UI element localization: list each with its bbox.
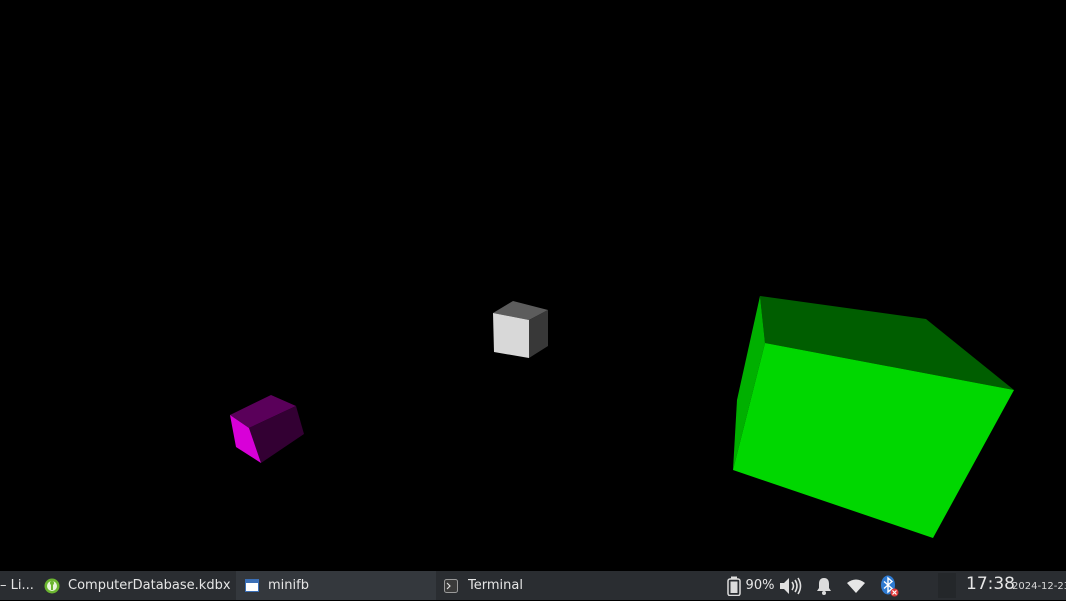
taskbar-item-minifb[interactable]: minifb (236, 571, 436, 600)
tray-separator (938, 573, 956, 598)
taskbar-item-terminal-partial[interactable]: – Li... (0, 571, 40, 600)
notification-bell-icon (816, 577, 832, 595)
battery-percent-label: 90% (745, 578, 775, 593)
battery-indicator[interactable] (724, 571, 744, 600)
battery-percent: 90% (744, 571, 776, 600)
scene-canvas (0, 0, 1066, 571)
keepassxc-icon (44, 578, 60, 594)
window-icon (245, 579, 259, 592)
taskbar: – Li... ComputerDatabase.kdbx ... minifb (0, 571, 1066, 600)
bluetooth-off-icon (879, 575, 899, 597)
volume-icon (779, 577, 803, 595)
gray-cube-front-face (493, 313, 529, 358)
notifications[interactable] (812, 571, 836, 600)
wifi-icon (847, 579, 865, 593)
taskbar-item-label: Terminal (468, 578, 523, 593)
taskbar-item-label: ComputerDatabase.kdbx ... (68, 578, 240, 593)
battery-icon (727, 576, 741, 596)
network[interactable] (843, 571, 869, 600)
taskbar-item-terminal[interactable]: Terminal (436, 571, 636, 600)
clock-date[interactable]: 2024-12-23 (1012, 581, 1066, 592)
gray-cube (493, 301, 548, 358)
render-viewport[interactable] (0, 0, 1066, 571)
terminal-icon (444, 578, 458, 593)
volume-control[interactable] (778, 571, 804, 600)
taskbar-item-keepassxc[interactable]: ComputerDatabase.kdbx ... (40, 571, 240, 600)
bluetooth[interactable] (876, 571, 902, 600)
clock-time[interactable]: 17:38 (966, 574, 1015, 594)
taskbar-item-label: minifb (268, 578, 309, 593)
taskbar-item-label: – Li... (0, 578, 34, 593)
